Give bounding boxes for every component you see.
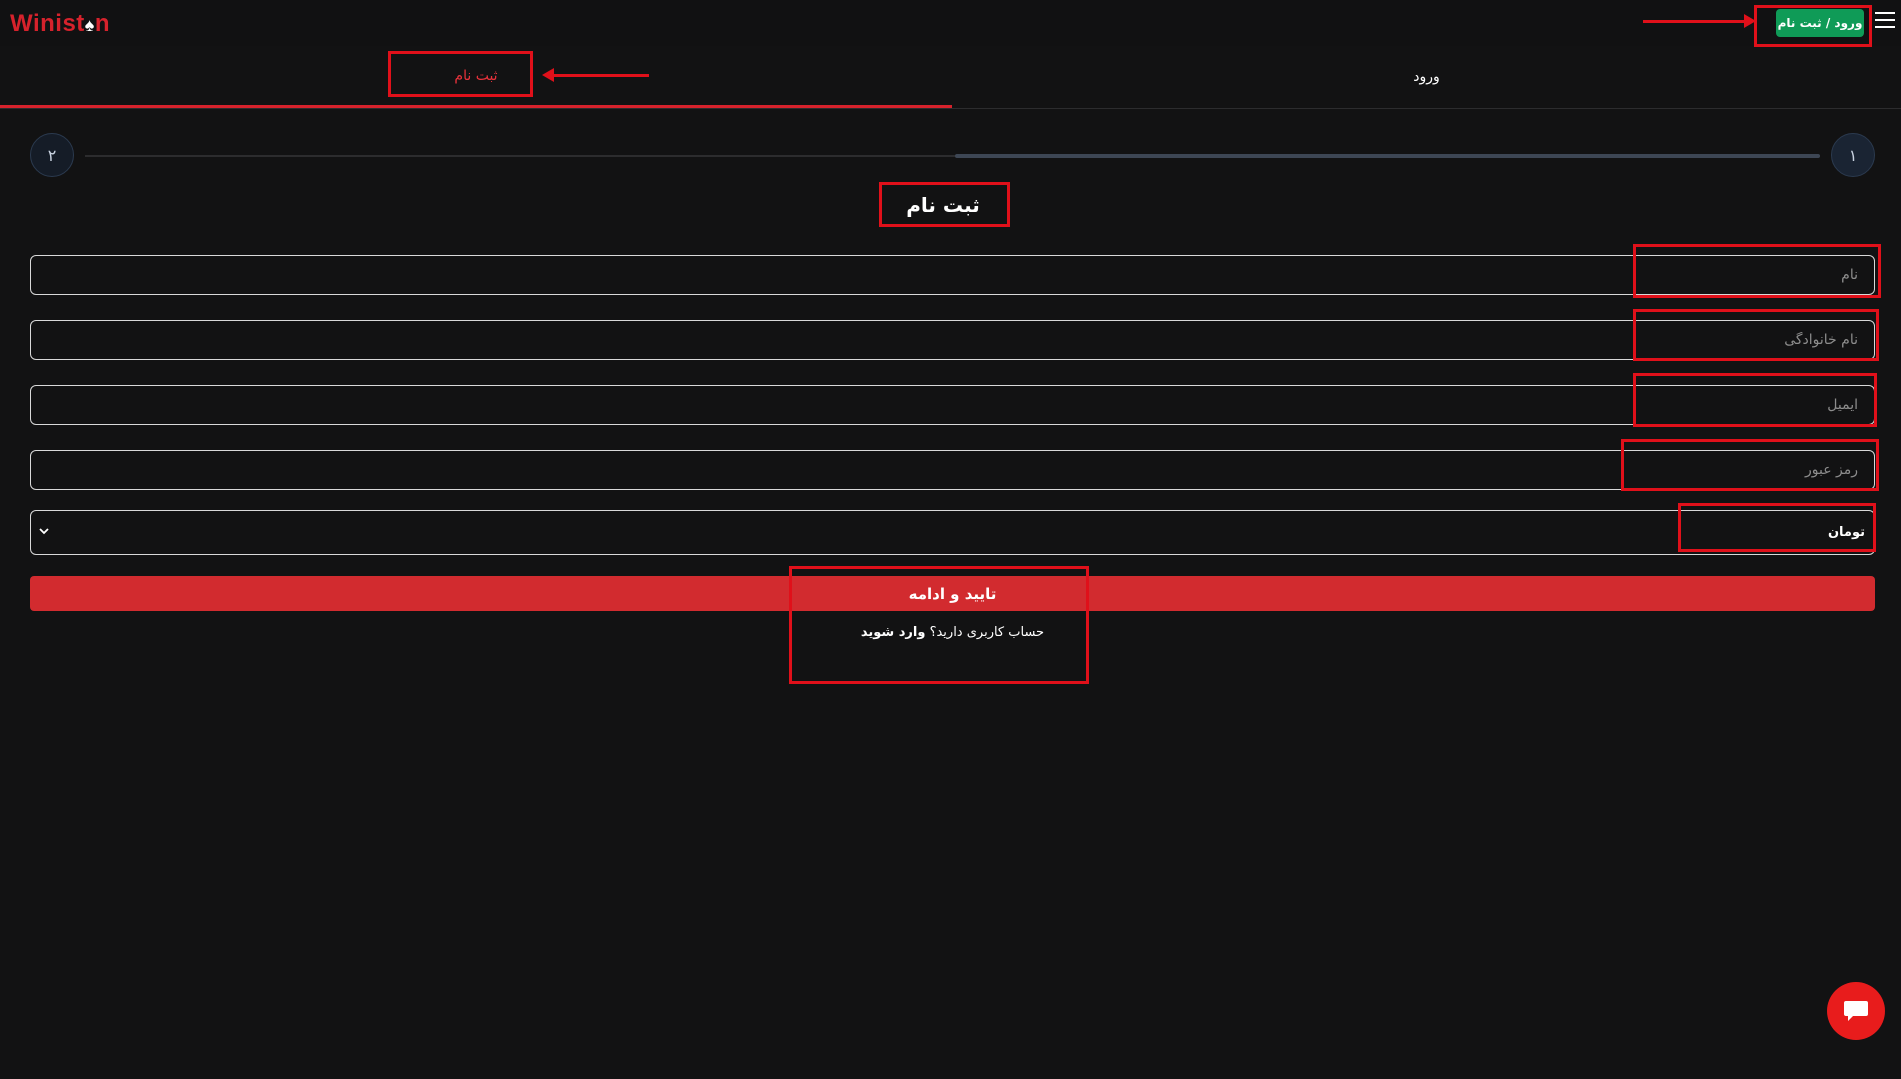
last-name-input[interactable]: [31, 321, 1874, 359]
chat-button[interactable]: [1827, 982, 1885, 1040]
email-field[interactable]: [30, 385, 1875, 425]
have-account-text: حساب کاربری دارید؟: [929, 625, 1045, 640]
hamburger-menu-icon[interactable]: [1875, 12, 1895, 30]
logo-text-tail: n: [94, 10, 111, 37]
step-one: ۱: [1831, 133, 1875, 177]
chevron-down-icon: [39, 528, 49, 535]
email-input[interactable]: [31, 386, 1874, 424]
logo[interactable]: Winist♠n: [10, 10, 110, 38]
form-title: ثبت نام: [906, 193, 980, 217]
currency-select[interactable]: تومان: [30, 510, 1875, 555]
stepper-track: [85, 154, 1820, 158]
step-two: ۲: [30, 133, 74, 177]
stepper-progress: [955, 154, 1820, 158]
tab-signup-label: ثبت نام: [454, 67, 498, 84]
registration-stepper: ۱ ۲: [30, 133, 1875, 179]
login-link[interactable]: وارد شوید: [861, 625, 926, 640]
login-register-button[interactable]: ورود / ثبت نام: [1776, 9, 1864, 37]
annotation-arrow-auth-button: [1643, 14, 1756, 28]
tab-signup[interactable]: ثبت نام: [0, 46, 952, 108]
logo-spade-icon: ♠: [84, 15, 95, 35]
tab-login-label: ورود: [1413, 69, 1440, 85]
confirm-continue-button[interactable]: تایید و ادامه: [30, 576, 1875, 611]
chat-bubble-icon: [1844, 1001, 1868, 1021]
annotation-arrow-signup-tab: [542, 68, 649, 82]
last-name-field[interactable]: [30, 320, 1875, 360]
tab-login[interactable]: ورود: [952, 46, 1901, 108]
top-bar: Winist♠n ورود / ثبت نام: [0, 0, 1901, 46]
have-account-prompt: حساب کاربری دارید؟ وارد شوید: [790, 625, 1115, 640]
logo-text: Winist: [10, 10, 85, 37]
first-name-input[interactable]: [31, 256, 1874, 294]
password-input[interactable]: [31, 451, 1874, 489]
auth-tabs: ثبت نام ورود: [0, 46, 1901, 109]
first-name-field[interactable]: [30, 255, 1875, 295]
password-field[interactable]: [30, 450, 1875, 490]
currency-selected-value: تومان: [1827, 525, 1865, 540]
